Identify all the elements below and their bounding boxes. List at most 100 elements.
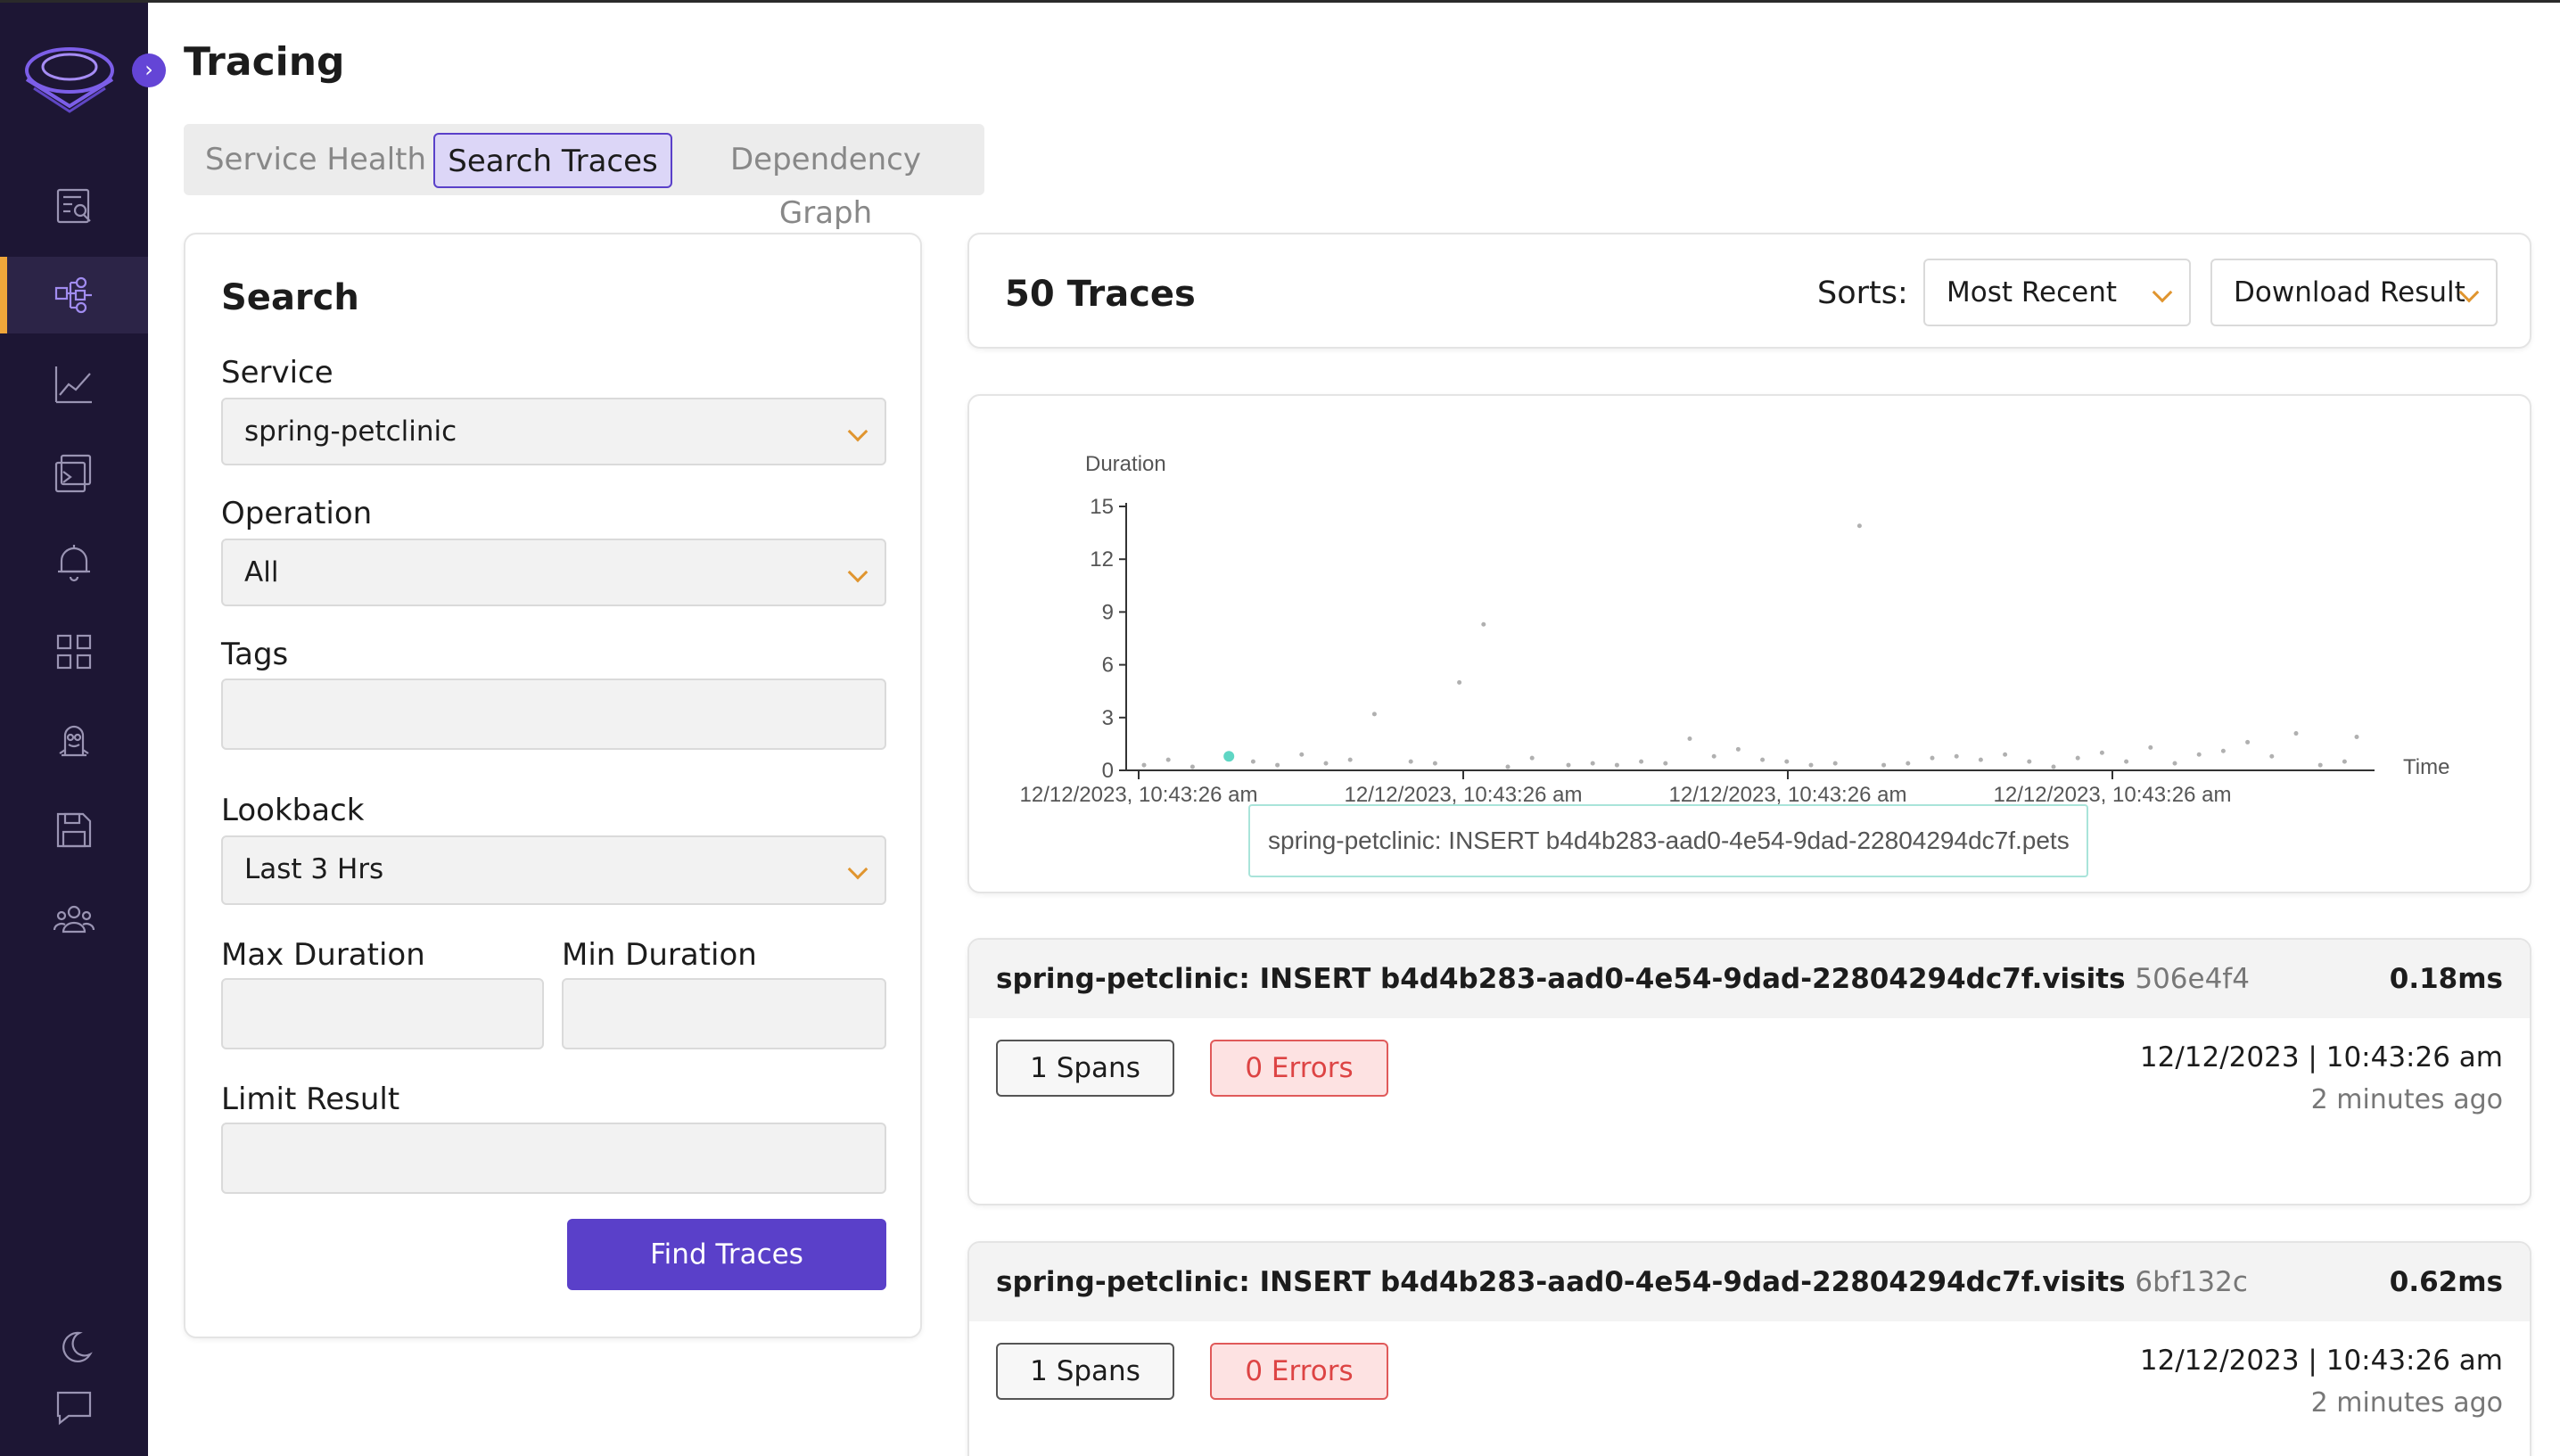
trace-timestamp: 12/12/2023 | 10:43:26 am bbox=[2139, 1345, 2503, 1377]
errors-badge[interactable]: 0 Errors bbox=[1210, 1040, 1388, 1097]
limit-result-input[interactable] bbox=[221, 1123, 886, 1194]
data-point[interactable] bbox=[1760, 757, 1766, 762]
data-point[interactable] bbox=[1978, 757, 1983, 762]
data-point[interactable] bbox=[1906, 761, 1911, 766]
limit-result-label: Limit Result bbox=[221, 1082, 400, 1117]
tags-input[interactable] bbox=[221, 679, 886, 750]
spans-badge[interactable]: 1 Spans bbox=[996, 1343, 1174, 1400]
service-select[interactable]: spring-petclinic bbox=[221, 398, 886, 465]
data-point[interactable] bbox=[1457, 679, 1462, 685]
sidebar-item-save[interactable] bbox=[0, 792, 148, 868]
data-point[interactable] bbox=[1323, 761, 1329, 766]
errors-badge[interactable]: 0 Errors bbox=[1210, 1343, 1388, 1400]
trace-name[interactable]: spring-petclinic: INSERT b4d4b283-aad0-4… bbox=[996, 1266, 2248, 1298]
find-traces-button[interactable]: Find Traces bbox=[567, 1219, 886, 1290]
tags-label: Tags bbox=[221, 637, 289, 672]
data-point[interactable] bbox=[1856, 523, 1862, 529]
data-point[interactable] bbox=[1141, 762, 1147, 768]
x-tick-label: 12/12/2023, 10:43:26 am bbox=[1669, 783, 1907, 807]
search-panel: Search Service spring-petclinic Operatio… bbox=[184, 233, 922, 1338]
data-point[interactable] bbox=[1505, 764, 1510, 769]
trace-card[interactable]: spring-petclinic: INSERT b4d4b283-aad0-4… bbox=[967, 1241, 2531, 1456]
sidebar-item-traces[interactable] bbox=[0, 257, 148, 333]
data-point[interactable] bbox=[2003, 752, 2008, 757]
sidebar-feedback[interactable] bbox=[0, 1369, 148, 1445]
data-point[interactable] bbox=[1275, 762, 1280, 768]
data-point[interactable] bbox=[1832, 761, 1838, 766]
data-point[interactable] bbox=[1371, 712, 1377, 717]
data-point[interactable] bbox=[1808, 762, 1814, 768]
trace-operation: spring-petclinic: INSERT b4d4b283-aad0-4… bbox=[996, 963, 2126, 995]
data-point[interactable] bbox=[2027, 759, 2032, 764]
data-point[interactable] bbox=[1930, 755, 1935, 761]
data-point[interactable] bbox=[1639, 759, 1644, 764]
sort-select[interactable]: Most Recent bbox=[1923, 259, 2191, 326]
data-point[interactable] bbox=[1735, 746, 1741, 752]
data-point[interactable] bbox=[2342, 759, 2347, 764]
spans-badge[interactable]: 1 Spans bbox=[996, 1040, 1174, 1097]
x-tick-label: 12/12/2023, 10:43:26 am bbox=[1020, 783, 1258, 807]
y-tick-label: 15 bbox=[1090, 495, 1114, 519]
data-point[interactable] bbox=[1663, 761, 1668, 766]
tab-bar: Service Health Search Traces Dependency … bbox=[184, 124, 984, 231]
data-point[interactable] bbox=[2099, 750, 2104, 755]
data-point[interactable] bbox=[2269, 753, 2275, 759]
data-point[interactable] bbox=[1481, 621, 1486, 627]
chat-icon bbox=[56, 1391, 92, 1426]
operation-select[interactable]: All bbox=[221, 539, 886, 606]
data-point-highlighted[interactable] bbox=[1223, 751, 1235, 762]
max-duration-input[interactable] bbox=[221, 978, 544, 1049]
data-point[interactable] bbox=[2172, 761, 2177, 766]
x-tick-label: 12/12/2023, 10:43:26 am bbox=[1994, 783, 2232, 807]
data-point[interactable] bbox=[1408, 759, 1413, 764]
sidebar-item-teams[interactable] bbox=[0, 881, 148, 958]
data-point[interactable] bbox=[2196, 752, 2202, 757]
data-point[interactable] bbox=[2354, 735, 2359, 740]
data-point[interactable] bbox=[1614, 762, 1619, 768]
data-point[interactable] bbox=[1189, 764, 1195, 769]
lookback-select[interactable]: Last 3 Hrs bbox=[221, 835, 886, 905]
sidebar-item-apps[interactable] bbox=[0, 613, 148, 690]
data-point[interactable] bbox=[1432, 761, 1437, 766]
y-tick-label: 0 bbox=[1102, 759, 1114, 783]
download-result-dropdown[interactable]: Download Result bbox=[2210, 259, 2498, 326]
sidebar-item-metrics[interactable] bbox=[0, 346, 148, 423]
data-point[interactable] bbox=[2245, 739, 2251, 744]
data-point[interactable] bbox=[1590, 761, 1595, 766]
data-point[interactable] bbox=[1687, 736, 1692, 741]
data-point[interactable] bbox=[1529, 755, 1535, 761]
data-point[interactable] bbox=[1299, 752, 1305, 757]
data-point[interactable] bbox=[2220, 748, 2226, 753]
data-point[interactable] bbox=[1881, 762, 1887, 768]
alerts-icon bbox=[58, 545, 90, 582]
tab-dependency-graph[interactable]: Dependency Graph bbox=[681, 133, 970, 231]
sorts-label: Sorts: bbox=[1817, 276, 1908, 311]
data-point[interactable] bbox=[1784, 759, 1790, 764]
sidebar-item-alerts[interactable] bbox=[0, 524, 148, 601]
data-point[interactable] bbox=[2317, 762, 2323, 768]
data-point[interactable] bbox=[1347, 757, 1353, 762]
data-point[interactable] bbox=[1165, 757, 1171, 762]
trace-card[interactable]: spring-petclinic: INSERT b4d4b283-aad0-4… bbox=[967, 938, 2531, 1205]
data-point[interactable] bbox=[2148, 744, 2153, 750]
data-point[interactable] bbox=[1566, 762, 1571, 768]
save-icon bbox=[56, 812, 92, 848]
trace-name[interactable]: spring-petclinic: INSERT b4d4b283-aad0-4… bbox=[996, 963, 2250, 995]
sidebar-item-monitor[interactable] bbox=[0, 703, 148, 779]
trace-timestamp: 12/12/2023 | 10:43:26 am bbox=[2139, 1041, 2503, 1073]
sidebar-item-dashboards[interactable] bbox=[0, 435, 148, 512]
data-point[interactable] bbox=[1250, 759, 1255, 764]
app-logo[interactable] bbox=[21, 37, 118, 119]
data-point[interactable] bbox=[1711, 753, 1716, 759]
data-point[interactable] bbox=[1954, 753, 1959, 759]
tab-search-traces[interactable]: Search Traces bbox=[433, 133, 672, 188]
x-axis-title: Time bbox=[2403, 755, 2449, 779]
data-point[interactable] bbox=[2075, 755, 2080, 761]
tab-service-health[interactable]: Service Health bbox=[198, 133, 433, 188]
data-point[interactable] bbox=[2051, 764, 2056, 769]
collapse-sidebar-button[interactable]: › bbox=[132, 53, 166, 87]
data-point[interactable] bbox=[2293, 731, 2299, 736]
sidebar-item-logs[interactable] bbox=[0, 168, 148, 244]
min-duration-input[interactable] bbox=[562, 978, 886, 1049]
data-point[interactable] bbox=[2124, 759, 2129, 764]
